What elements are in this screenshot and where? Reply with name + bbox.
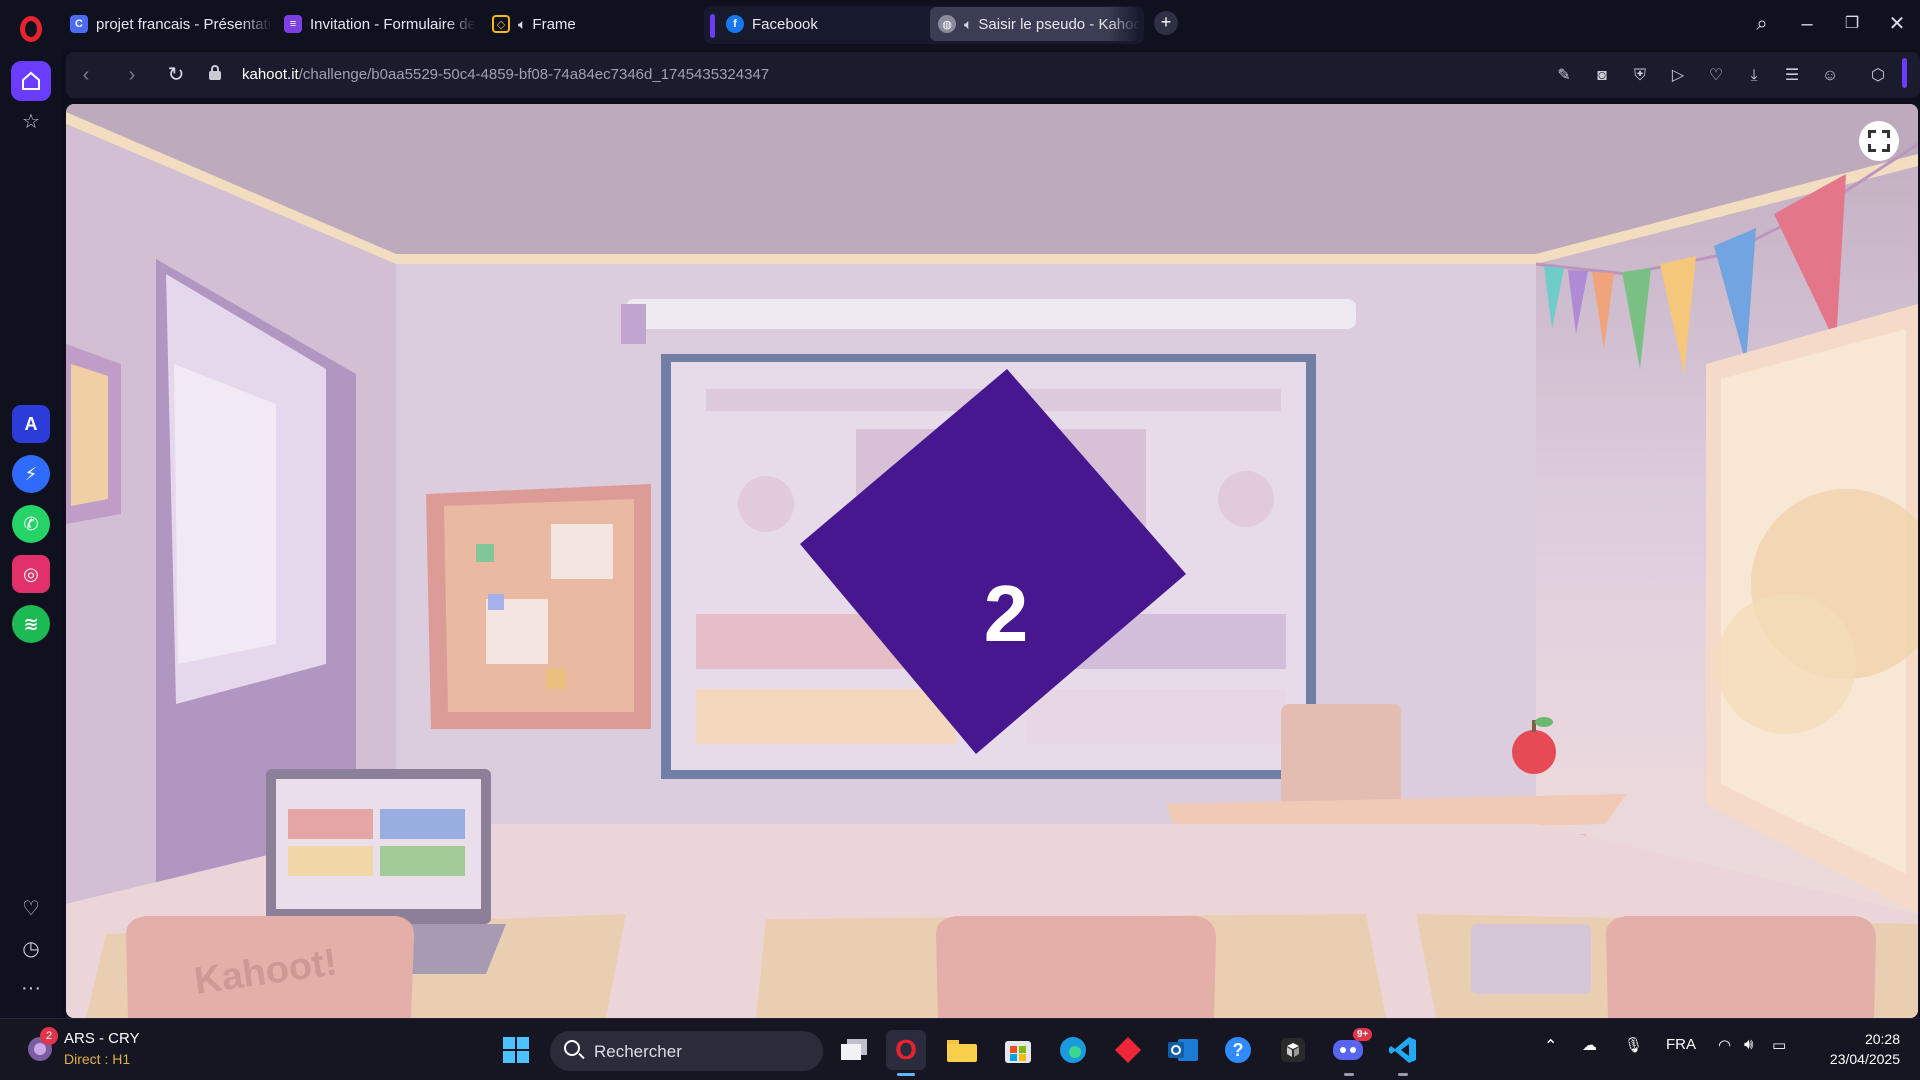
tab-invitation[interactable]: ≡ Invitation - Formulaire de [276,7,476,41]
edit-icon[interactable]: ✎ [1552,64,1576,88]
windows-start-icon[interactable] [496,1030,536,1070]
file-explorer-icon[interactable] [942,1030,982,1070]
globe-icon: ◍ [938,15,956,33]
fullscreen-icon [1868,130,1890,152]
news-title[interactable]: ARS - CRY [64,1030,140,1047]
canva-icon: C [70,15,88,33]
speaker-icon: 🔈︎ [964,15,973,32]
close-window-button[interactable]: ✕ [1882,10,1912,38]
clock-time: 20:28 [1864,1031,1900,1047]
red-diamond-app-icon[interactable] [1108,1030,1148,1070]
download-icon[interactable]: ⤓ [1742,64,1766,88]
search-icon [564,1040,580,1056]
sidebar: ☆ A ⚡︎ ✆ ◎ ≋ ♡ ◷ ··· [0,50,62,1018]
outlook-icon[interactable] [1163,1030,1203,1070]
taskbar: 2 ARS - CRY Direct : H1 Rechercher O ? 9… [0,1018,1920,1080]
minimize-button[interactable]: – [1792,10,1822,38]
camera-icon[interactable]: ◙ [1590,64,1614,88]
back-icon[interactable]: ‹ [72,61,100,89]
news-subtitle[interactable]: Direct : H1 [64,1051,130,1067]
instagram-icon[interactable]: ◎ [12,555,50,593]
frame-icon: ◇ [492,15,510,33]
opera-taskbar-icon[interactable]: O [886,1030,926,1070]
news-widget-icon[interactable]: 2 [26,1027,58,1063]
news-badge: 2 [40,1027,58,1045]
aria-icon[interactable]: A [12,405,50,443]
search-tabs-icon[interactable]: ⌕ [1747,10,1777,38]
tab-frame[interactable]: ◇ 🔈︎ Frame [484,7,604,41]
microsoft-store-icon[interactable] [998,1030,1038,1070]
wifi-icon[interactable]: ◠ [1718,1036,1731,1054]
whatsapp-icon[interactable]: ✆ [12,505,50,543]
profile-indicator [1902,58,1907,88]
vscode-running-indicator [1398,1073,1408,1076]
opera-menu-button[interactable] [14,12,48,46]
new-tab-button[interactable]: + [1154,11,1178,35]
forward-icon[interactable]: › [118,61,146,89]
forms-icon: ≡ [284,15,302,33]
history-icon[interactable]: ◷ [11,928,51,968]
reload-icon[interactable]: ↻ [162,61,190,89]
opera-active-indicator [897,1073,915,1076]
tab-island-indicator [710,14,715,38]
search-placeholder: Rechercher [594,1042,682,1061]
discord-badge: 9+ [1353,1028,1373,1041]
chevron-up-icon[interactable]: ⌃ [1544,1036,1557,1056]
discord-running-indicator [1344,1073,1354,1076]
microphone-icon[interactable]: 🎙︎ [1624,1036,1643,1054]
messenger-icon[interactable]: ⚡︎ [12,455,50,493]
address-bar: ‹ › ↻ kahoot.it/challenge/b0aa5529-50c4-… [66,52,1920,98]
svg-text:?: ? [1233,1040,1244,1060]
tab-presentation[interactable]: C projet francais - Présentati [62,7,272,41]
task-view-icon[interactable] [834,1030,874,1070]
language-indicator[interactable]: FRA [1666,1036,1696,1053]
help-icon[interactable]: ? [1218,1030,1258,1070]
clock-date: 23/04/2025 [1829,1051,1900,1067]
edge-icon[interactable] [1053,1030,1093,1070]
facebook-icon: f [726,15,744,33]
heart-icon[interactable]: ♡ [11,888,51,928]
profile-icon[interactable]: ☺ [1818,64,1842,88]
shield-icon[interactable]: ⛨ [1628,64,1652,88]
star-icon[interactable]: ☆ [11,101,51,141]
box-app-icon[interactable] [1273,1030,1313,1070]
easy-setup-icon[interactable]: ☰ [1780,64,1804,88]
battery-icon[interactable]: ▭ [1772,1036,1786,1054]
home-icon[interactable] [11,61,51,101]
volume-icon[interactable]: 🔊︎ [1744,1036,1753,1053]
more-icon[interactable]: ··· [11,968,51,1008]
countdown-number: 2 [983,569,1029,658]
play-icon[interactable]: ▷ [1666,64,1690,88]
restore-button[interactable]: ❐ [1837,10,1867,38]
vscode-icon[interactable] [1383,1030,1423,1070]
url-field[interactable]: kahoot.it/challenge/b0aa5529-50c4-4859-b… [242,66,769,83]
heart-icon[interactable]: ♡ [1704,64,1728,88]
tab-kahoot[interactable]: ◍ 🔈︎ Saisir le pseudo - Kahoot [930,7,1140,41]
onedrive-icon[interactable]: ☁ [1582,1036,1597,1054]
taskbar-search[interactable]: Rechercher [550,1031,823,1071]
speaker-icon: 🔈︎ [518,15,527,32]
fullscreen-button[interactable] [1859,121,1899,161]
extensions-icon[interactable]: ⬡ [1866,64,1890,88]
tab-bar: C projet francais - Présentati ≡ Invitat… [0,0,1920,50]
kahoot-game-view: Kahoot! 2 [66,104,1918,1018]
tab-facebook[interactable]: f Facebook [718,7,918,41]
clock[interactable]: 20:28 23/04/2025 [1810,1029,1900,1069]
spotify-icon[interactable]: ≋ [12,605,50,643]
lock-icon [209,65,221,80]
discord-icon[interactable]: 9+ [1328,1028,1373,1070]
url-host: kahoot.it [242,66,299,83]
url-path: /challenge/b0aa5529-50c4-4859-bf08-74a84… [298,66,770,83]
